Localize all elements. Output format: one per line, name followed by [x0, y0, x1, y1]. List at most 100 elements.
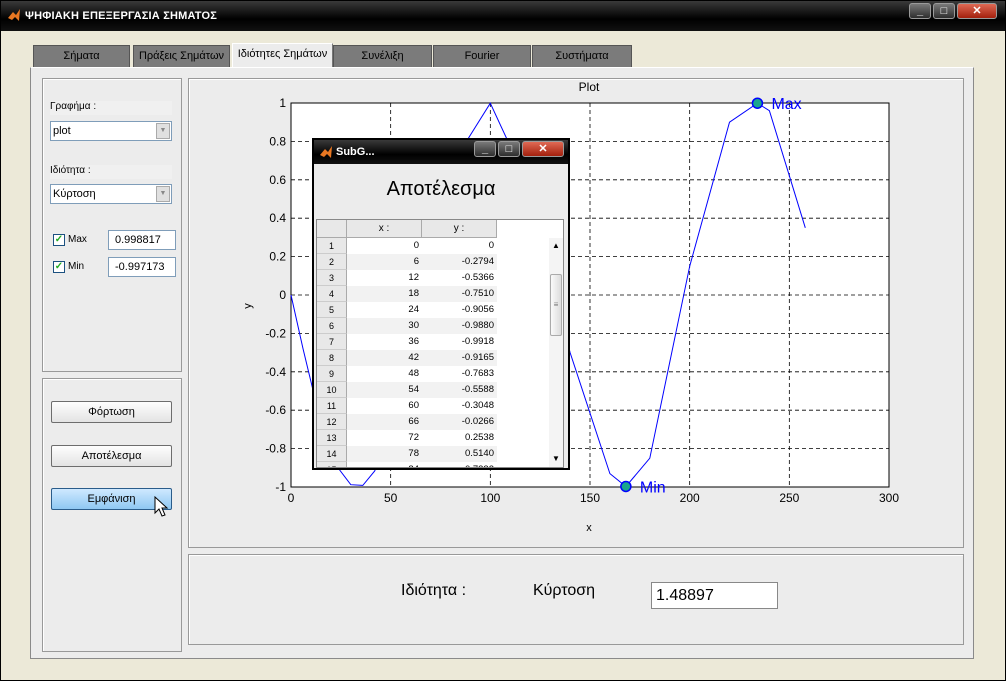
row-number[interactable]: 2 — [317, 254, 347, 270]
table-cell-x[interactable]: 6 — [347, 254, 422, 270]
row-number[interactable]: 10 — [317, 382, 347, 398]
y-tick-label: -0.2 — [265, 326, 286, 340]
scroll-up-icon[interactable]: ▲ — [550, 240, 562, 252]
tab-systems[interactable]: Συστήματα — [532, 45, 632, 67]
table-cell-y[interactable]: -0.2794 — [422, 254, 497, 270]
tab-signals[interactable]: Σήματα — [33, 45, 130, 67]
table-cell-x[interactable]: 54 — [347, 382, 422, 398]
table-cell-y[interactable]: -0.5366 — [422, 270, 497, 286]
table-cell-y[interactable]: -0.7510 — [422, 286, 497, 302]
close-button[interactable]: ✕ — [957, 3, 997, 19]
row-number[interactable]: 14 — [317, 446, 347, 462]
sub-window-heading: Αποτέλεσμα — [386, 178, 496, 200]
sub-window[interactable]: SubG... _ □ ✕ Αποτέλεσμα x : y : 1 0 0 2 6 -0… — [312, 138, 570, 470]
annotation-marker — [751, 97, 764, 109]
load-button[interactable]: Φόρτωση — [51, 401, 172, 423]
min-field[interactable]: -0.997173 — [108, 257, 176, 277]
row-number[interactable]: 5 — [317, 302, 347, 318]
table-cell-y[interactable]: 0.7332 — [422, 462, 497, 467]
row-number[interactable]: 11 — [317, 398, 347, 414]
result-button[interactable]: Αποτέλεσμα — [51, 445, 172, 467]
max-field[interactable]: 0.998817 — [108, 230, 176, 250]
x-tick-label: 300 — [879, 491, 899, 505]
row-number[interactable]: 7 — [317, 334, 347, 350]
table-cell-x[interactable]: 30 — [347, 318, 422, 334]
property-select[interactable]: Κύρτοση ▼ — [50, 184, 172, 204]
scroll-thumb[interactable]: ≡ — [550, 274, 562, 336]
table-cell-x[interactable]: 0 — [347, 238, 422, 254]
sub-window-title-bar[interactable]: SubG... _ □ ✕ — [314, 140, 568, 164]
column-header-x[interactable]: x : — [347, 220, 422, 238]
y-tick-label: -0.4 — [265, 365, 286, 379]
table-cell-y[interactable]: -0.9918 — [422, 334, 497, 350]
column-header-y[interactable]: y : — [422, 220, 497, 238]
table-cell-x[interactable]: 66 — [347, 414, 422, 430]
table-scrollbar[interactable]: ▲ ≡ ▼ — [549, 238, 563, 467]
row-number[interactable]: 8 — [317, 350, 347, 366]
y-tick-label: -0.6 — [265, 403, 286, 417]
row-number[interactable]: 9 — [317, 366, 347, 382]
tab-convolution[interactable]: Συνέλιξη — [333, 45, 432, 67]
annotation-label: Min — [640, 479, 666, 496]
mouse-cursor-icon — [154, 496, 169, 517]
actions-group: Φόρτωση Αποτέλεσμα Εμφάνιση — [42, 378, 182, 652]
property-select-value: Κύρτοση — [53, 188, 96, 200]
data-table[interactable]: x : y : 1 0 0 2 6 -0.2794 3 12 -0.5366 4 18 -0.7510… — [316, 219, 564, 468]
table-cell-x[interactable]: 42 — [347, 350, 422, 366]
table-cell-y[interactable]: 0.5140 — [422, 446, 497, 462]
matlab-icon — [8, 9, 20, 21]
x-tick-label: 50 — [384, 491, 398, 505]
table-cell-y[interactable]: -0.3048 — [422, 398, 497, 414]
title-bar[interactable]: ΨΗΦΙΑΚΗ ΕΠΕΞΕΡΓΑΣΙΑ ΣΗΜΑΤΟΣ _ □ ✕ — [1, 1, 1005, 31]
scroll-down-icon[interactable]: ▼ — [550, 453, 562, 465]
table-cell-x[interactable]: 72 — [347, 430, 422, 446]
table-cell-y[interactable]: 0.2538 — [422, 430, 497, 446]
graph-select-value: plot — [53, 125, 71, 137]
maximize-button[interactable]: □ — [933, 3, 955, 19]
row-number[interactable]: 12 — [317, 414, 347, 430]
chevron-down-icon[interactable]: ▼ — [156, 186, 170, 202]
row-number[interactable]: 3 — [317, 270, 347, 286]
table-cell-x[interactable]: 24 — [347, 302, 422, 318]
sub-close-button[interactable]: ✕ — [522, 141, 564, 157]
table-cell-y[interactable]: -0.9165 — [422, 350, 497, 366]
row-number[interactable]: 1 — [317, 238, 347, 254]
table-cell-y[interactable]: -0.0266 — [422, 414, 497, 430]
row-number[interactable]: 4 — [317, 286, 347, 302]
table-cell-y[interactable]: -0.7683 — [422, 366, 497, 382]
table-cell-x[interactable]: 78 — [347, 446, 422, 462]
table-cell-x[interactable]: 18 — [347, 286, 422, 302]
table-cell-y[interactable]: -0.9056 — [422, 302, 497, 318]
row-number[interactable]: 6 — [317, 318, 347, 334]
graph-select[interactable]: plot ▼ — [50, 121, 172, 141]
min-checkbox[interactable]: ✓ — [53, 261, 65, 273]
tab-signal-properties[interactable]: Ιδιότητες Σημάτων — [232, 43, 333, 68]
max-checkbox[interactable]: ✓ — [53, 234, 65, 246]
result-label: Ιδιότητα : — [401, 582, 467, 599]
line-chart[interactable]: 0 50 100 150 200 250 300-1-0.8-0.6-0.4-0.200.2… — [189, 79, 963, 547]
y-tick-label: 1 — [279, 96, 286, 110]
result-value-field[interactable]: 1.48897 — [651, 582, 778, 609]
table-cell-x[interactable]: 48 — [347, 366, 422, 382]
table-cell-x[interactable]: 36 — [347, 334, 422, 350]
x-tick-label: 250 — [779, 491, 799, 505]
sub-maximize-button[interactable]: □ — [498, 141, 520, 157]
tab-fourier[interactable]: Fourier — [433, 45, 531, 67]
table-cell-x[interactable]: 12 — [347, 270, 422, 286]
table-cell-y[interactable]: -0.9880 — [422, 318, 497, 334]
annotation-label: Max — [771, 96, 801, 113]
sub-minimize-button[interactable]: _ — [474, 141, 496, 157]
row-number[interactable]: 13 — [317, 430, 347, 446]
table-cell-x[interactable]: 84 — [347, 462, 422, 467]
window-title: ΨΗΦΙΑΚΗ ΕΠΕΞΕΡΓΑΣΙΑ ΣΗΜΑΤΟΣ — [25, 10, 218, 22]
row-number[interactable]: 15 — [317, 462, 347, 467]
minimize-button[interactable]: _ — [909, 3, 931, 19]
plot-group: 0 50 100 150 200 250 300 -1 -0.8 -0.6 -0.4 -0.2 0 0.2… — [188, 78, 964, 548]
table-cell-x[interactable]: 60 — [347, 398, 422, 414]
min-label: Min — [68, 261, 85, 272]
chevron-down-icon[interactable]: ▼ — [156, 123, 170, 139]
table-cell-y[interactable]: -0.5588 — [422, 382, 497, 398]
tab-signal-operations[interactable]: Πράξεις Σημάτων — [133, 45, 230, 67]
x-tick-label: 150 — [580, 491, 600, 505]
table-cell-y[interactable]: 0 — [422, 238, 497, 254]
